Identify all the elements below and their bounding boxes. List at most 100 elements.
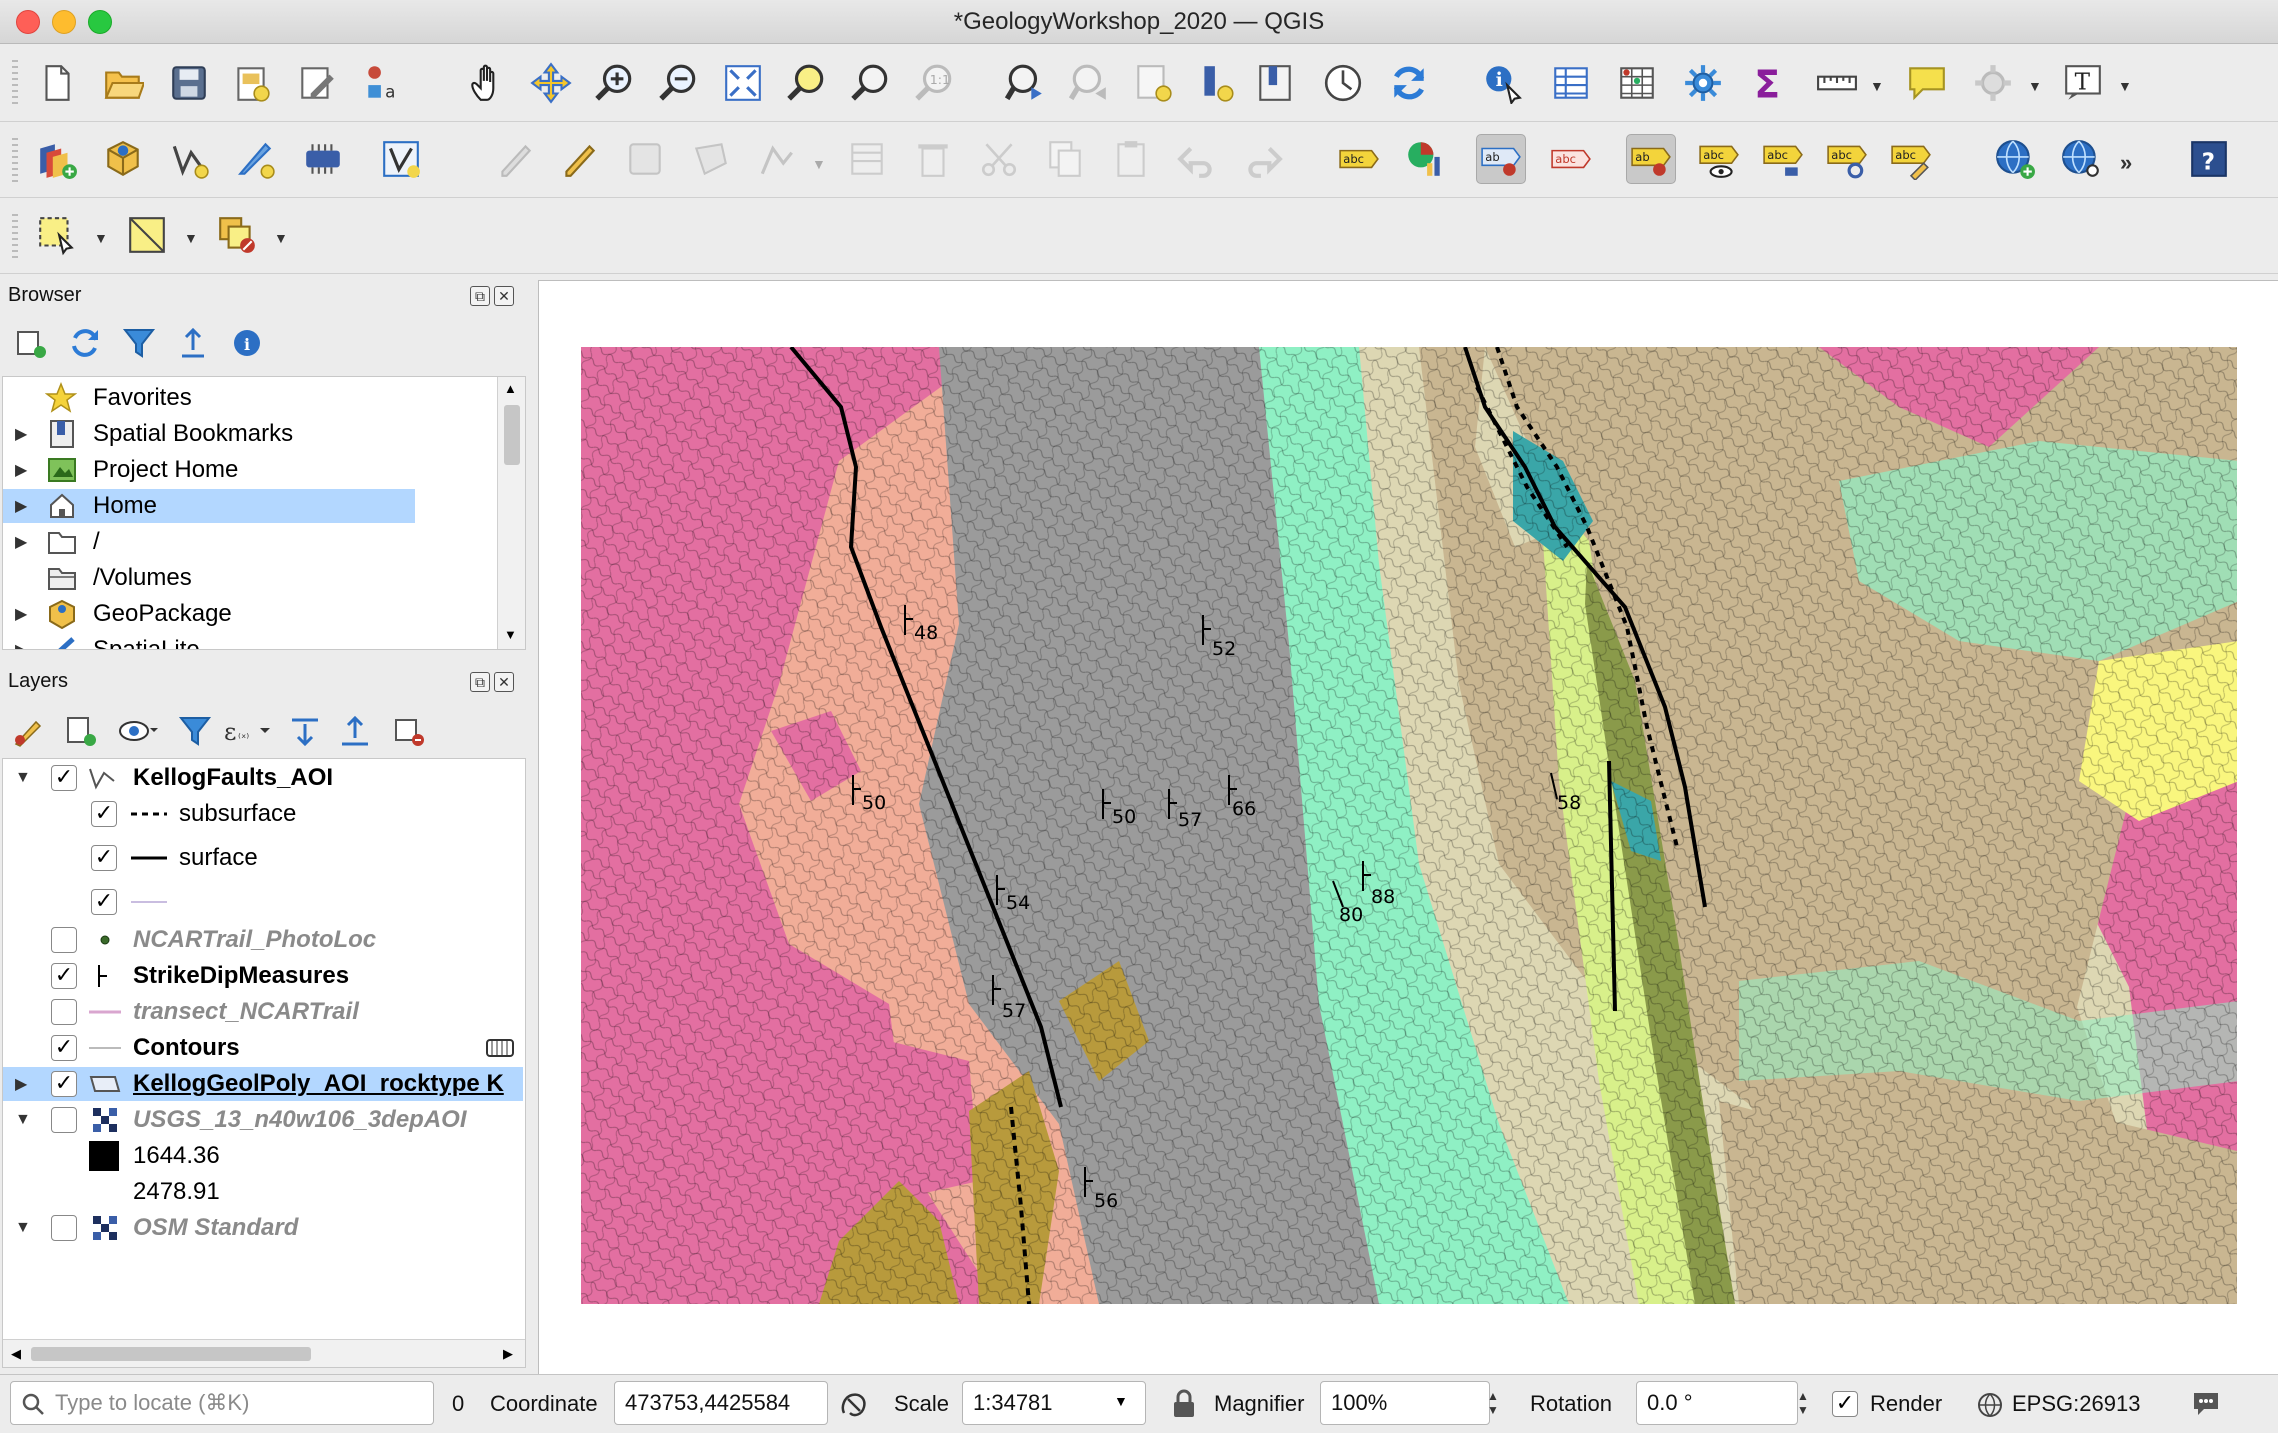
- expand-arrow[interactable]: ▶: [15, 496, 27, 516]
- layer-checkbox[interactable]: [51, 1215, 77, 1241]
- coordinate-field[interactable]: 473753,4425584: [614, 1381, 828, 1425]
- layer-checkbox[interactable]: ✓: [51, 1035, 77, 1061]
- open-layer-styling-icon[interactable]: [12, 714, 46, 748]
- toolbar-grip[interactable]: [12, 214, 18, 258]
- layer-checkbox[interactable]: ✓: [51, 765, 77, 791]
- vertex-tool-icon[interactable]: [376, 134, 426, 184]
- render-checkbox[interactable]: ✓: [1832, 1391, 1858, 1417]
- new-shapefile-icon[interactable]: [164, 134, 214, 184]
- expand-arrow[interactable]: ▶: [15, 460, 27, 480]
- layer-indicator-icon[interactable]: [485, 1036, 515, 1060]
- zoom-in-icon[interactable]: [590, 58, 640, 108]
- browser-item-favorites[interactable]: Favorites: [3, 381, 493, 415]
- undo-icon[interactable]: [1172, 134, 1222, 184]
- layer-kelloggeolpoly[interactable]: ▶ ✓ KellogGeolPoly_AOI_rocktype K: [3, 1067, 523, 1101]
- show-hide-labels-icon[interactable]: ab: [1626, 134, 1676, 184]
- expand-arrow[interactable]: ▶: [15, 604, 27, 624]
- node-tool-dropdown-arrow[interactable]: ▼: [812, 156, 826, 172]
- expand-arrow[interactable]: ▶: [15, 424, 27, 444]
- rotation-field[interactable]: 0.0 °: [1636, 1381, 1798, 1425]
- float-panel-button[interactable]: ⧉: [470, 672, 490, 692]
- label-toolbar-icon[interactable]: abc: [1334, 134, 1384, 184]
- save-project-icon[interactable]: [164, 58, 214, 108]
- collapse-arrow[interactable]: ▼: [15, 1219, 31, 1237]
- temporal-controller-icon[interactable]: [1318, 58, 1368, 108]
- style-manager-icon[interactable]: [292, 58, 342, 108]
- collapse-arrow[interactable]: ▼: [15, 769, 31, 787]
- rotate-label-icon[interactable]: abc: [1758, 134, 1808, 184]
- annotation-dropdown-arrow[interactable]: ▼: [2118, 78, 2132, 94]
- layer-checkbox[interactable]: [51, 1107, 77, 1133]
- zoom-full-icon[interactable]: [718, 58, 768, 108]
- layer-checkbox[interactable]: ✓: [51, 1071, 77, 1097]
- select-dropdown-arrow[interactable]: ▼: [94, 230, 108, 246]
- geologic-map[interactable]: 48 50 54 50 57 52 66 58 80 88 57 56: [539, 281, 2278, 1375]
- toolbar-overflow-chevron[interactable]: »: [2120, 150, 2132, 176]
- rotation-spinner[interactable]: ▲ ▼: [1792, 1381, 1814, 1425]
- virtual-layer-icon[interactable]: [298, 134, 348, 184]
- scroll-left-arrow[interactable]: ◀: [11, 1346, 21, 1362]
- new-geopackage-icon[interactable]: [98, 134, 148, 184]
- zoom-to-selection-icon[interactable]: [782, 58, 832, 108]
- text-annotation-icon[interactable]: T: [2058, 58, 2108, 108]
- scroll-up-arrow[interactable]: ▲: [504, 381, 517, 396]
- paste-features-icon[interactable]: [1106, 134, 1156, 184]
- node-tool-icon[interactable]: [752, 134, 802, 184]
- expand-arrow[interactable]: ▶: [15, 1074, 27, 1094]
- browser-item-project-home[interactable]: ▶ Project Home: [3, 453, 493, 487]
- layer-strikedipmeasures[interactable]: ✓ StrikeDipMeasures: [3, 959, 523, 993]
- pan-to-selection-icon[interactable]: [526, 58, 576, 108]
- legend-other[interactable]: ✓: [3, 885, 523, 919]
- zoom-last-icon[interactable]: [1000, 58, 1050, 108]
- processing-dropdown-arrow[interactable]: ▼: [2028, 78, 2042, 94]
- filter-browser-icon[interactable]: [122, 326, 156, 360]
- deselect-dropdown-arrow[interactable]: ▼: [274, 230, 288, 246]
- filter-by-expression-icon[interactable]: ε ⁽ˣ⁾: [222, 714, 272, 748]
- magnifier-field[interactable]: 100%: [1320, 1381, 1490, 1425]
- attribute-table-icon[interactable]: [1546, 58, 1596, 108]
- toggle-editing-icon[interactable]: [490, 134, 540, 184]
- manage-visibility-icon[interactable]: [118, 714, 158, 748]
- legend-checkbox[interactable]: ✓: [91, 845, 117, 871]
- expand-arrow[interactable]: ▶: [15, 640, 27, 649]
- toolbar-grip[interactable]: [12, 60, 18, 104]
- add-selected-layers-icon[interactable]: [14, 326, 48, 360]
- show-bookmarks-icon[interactable]: [1192, 58, 1242, 108]
- processing-icon[interactable]: [1968, 58, 2018, 108]
- pan-icon[interactable]: [462, 58, 512, 108]
- locator-search-input[interactable]: Type to locate (⌘K): [10, 1381, 434, 1425]
- browser-item-spatial-bookmarks[interactable]: ▶ Spatial Bookmarks: [3, 417, 493, 451]
- collapse-all-layers-icon[interactable]: [338, 714, 372, 748]
- zoom-to-layer-icon[interactable]: [846, 58, 896, 108]
- measure-dropdown-arrow[interactable]: ▼: [1870, 78, 1884, 94]
- layers-h-scroll-thumb[interactable]: [31, 1347, 311, 1361]
- expand-arrow[interactable]: ▶: [15, 532, 27, 552]
- close-panel-button[interactable]: ✕: [494, 672, 514, 692]
- deselect-features-icon[interactable]: [212, 210, 262, 260]
- magnifier-spinner[interactable]: ▲ ▼: [1482, 1381, 1504, 1425]
- crs-globe-icon[interactable]: [1976, 1391, 2004, 1419]
- layer-checkbox[interactable]: [51, 999, 77, 1025]
- select-expression-dropdown-arrow[interactable]: ▼: [184, 230, 198, 246]
- remove-layer-icon[interactable]: [392, 714, 426, 748]
- open-project-icon[interactable]: [98, 58, 148, 108]
- digitize-icon[interactable]: [230, 134, 280, 184]
- layer-checkbox[interactable]: ✓: [51, 963, 77, 989]
- browser-item-spatialite[interactable]: ▶ SpatiaLite: [3, 633, 493, 649]
- new-project-icon[interactable]: [32, 58, 82, 108]
- add-polygon-icon[interactable]: [686, 134, 736, 184]
- lock-scale-icon[interactable]: [1170, 1389, 1198, 1419]
- refresh-icon[interactable]: [1384, 58, 1434, 108]
- move-label-icon[interactable]: abc: [1694, 134, 1744, 184]
- redo-icon[interactable]: [1238, 134, 1288, 184]
- toolbar-grip[interactable]: [12, 138, 18, 182]
- globe-search-icon[interactable]: [2056, 134, 2106, 184]
- preview-label-icon[interactable]: abc: [1886, 134, 1936, 184]
- edit-pencil-icon[interactable]: [554, 134, 604, 184]
- browser-scroll-thumb[interactable]: [504, 405, 520, 465]
- browser-item-root[interactable]: ▶ /: [3, 525, 493, 559]
- refresh-browser-icon[interactable]: [68, 326, 102, 360]
- pin-labels-icon[interactable]: ab: [1476, 134, 1526, 184]
- map-canvas[interactable]: 48 50 54 50 57 52 66 58 80 88 57 56: [538, 280, 2278, 1374]
- layers-h-scrollbar[interactable]: ◀ ▶: [3, 1339, 525, 1367]
